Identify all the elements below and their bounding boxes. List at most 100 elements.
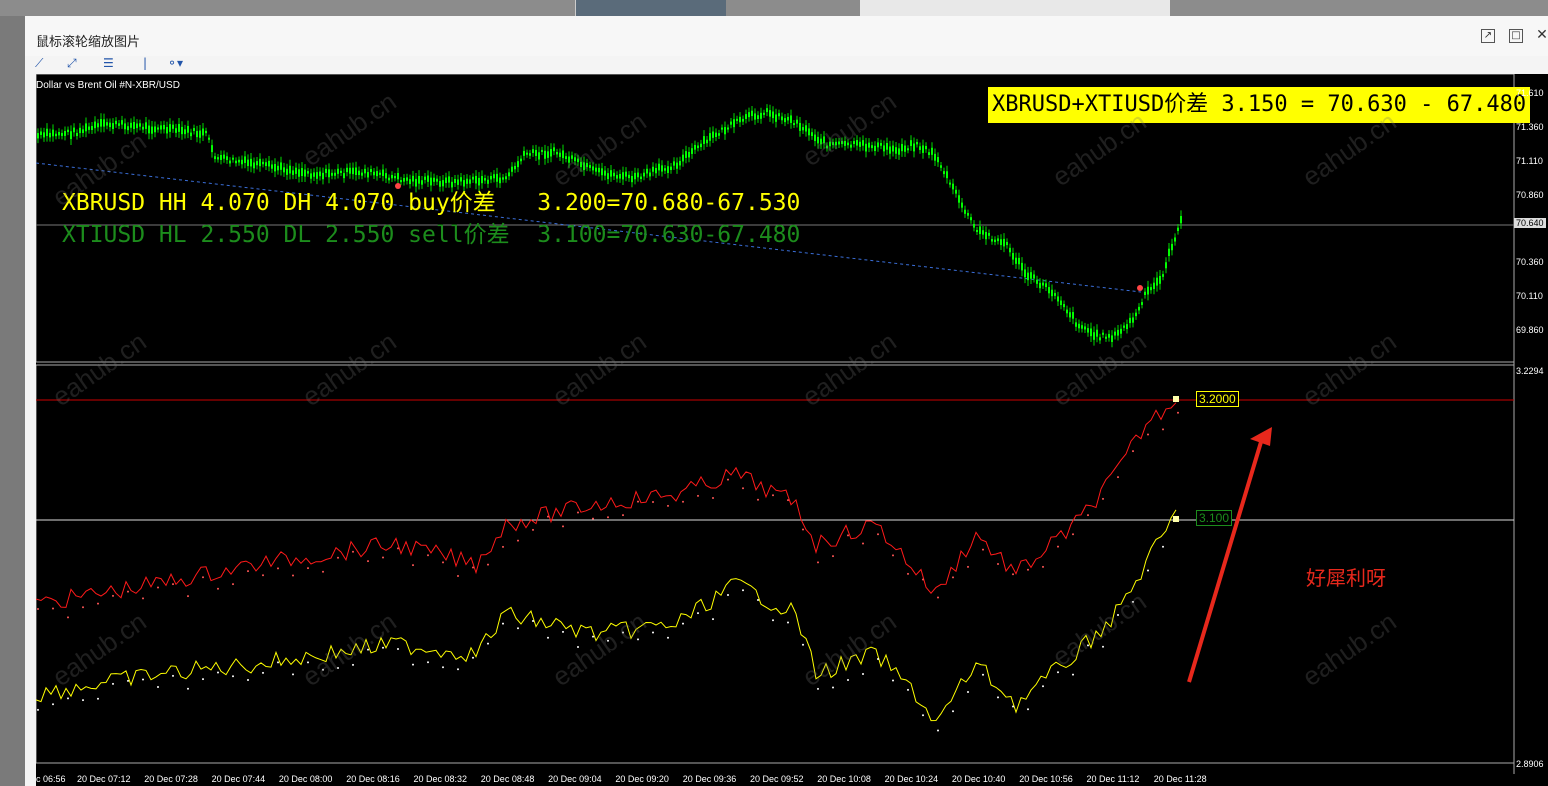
price-candle-body (67, 129, 69, 133)
yellow-spread-series-dot (397, 647, 399, 650)
price-candle-body (1180, 215, 1182, 224)
yellow-spread-series-dot (67, 697, 69, 700)
price-candle-body (697, 145, 699, 149)
price-candle-body (1063, 304, 1065, 308)
price-candle-body (1009, 247, 1011, 253)
red-spread-series-dot (202, 576, 204, 579)
price-candle-body (226, 156, 228, 161)
symbol-label: Dollar vs Brent Oil #N-XBR/USD (36, 80, 180, 91)
yellow-spread-series-dot (967, 691, 969, 694)
price-candle-body (1024, 269, 1026, 278)
image-viewer-window: 鼠标滚轮缩放图片 ↗ □ ✕ ⟋ ⤢ ☰ | ⚬▾ Dollar vs Bren… (25, 16, 1548, 786)
price-candle-body (172, 124, 174, 129)
price-candle-body (646, 168, 648, 174)
price-candle-body (196, 130, 198, 138)
shapes-dropdown-icon[interactable]: ⚬▾ (167, 56, 183, 72)
current-price-tag: 70.640 (1514, 218, 1546, 228)
red-spread-series-dot (142, 597, 144, 600)
price-candle-body (1123, 325, 1125, 328)
price-candle-body (1042, 282, 1044, 286)
price-candle-body (637, 172, 639, 178)
red-spread-series-dot (697, 494, 699, 497)
yellow-spread-series-dot (727, 594, 729, 597)
price-candle-body (979, 226, 981, 235)
red-spread-series-dot (727, 478, 729, 481)
red-spread-series-dot (712, 496, 714, 499)
yellow-spread-series-dot (457, 668, 459, 671)
red-spread-series-dot (502, 545, 504, 548)
price-candle-body (1099, 337, 1101, 341)
price-candle-body (283, 167, 285, 173)
price-candle-body (508, 172, 510, 177)
yellow-spread-series-dot (667, 636, 669, 639)
price-candle-body (544, 150, 546, 159)
price-candle-body (877, 142, 879, 148)
price-candle-body (100, 119, 102, 127)
red-spread-series-dot (517, 539, 519, 542)
external-link-icon[interactable]: ↗ (1481, 29, 1495, 43)
price-candle-body (136, 123, 138, 129)
price-candle-body (919, 146, 921, 150)
price-candle-body (376, 171, 378, 177)
red-spread-series-dot (832, 555, 834, 558)
time-axis-label: 20 Dec 10:24 (884, 774, 939, 784)
price-candle-body (319, 171, 321, 177)
price-candle-body (724, 127, 726, 135)
price-candle-body (163, 124, 165, 130)
price-candle-body (742, 118, 744, 122)
channel-tool-icon[interactable]: ☰ (103, 56, 114, 72)
price-candle-body (208, 137, 210, 140)
price-candle-body (160, 125, 162, 130)
price-candle-body (967, 212, 969, 216)
yellow-spread-series-dot (1162, 545, 1164, 548)
price-candle-body (748, 112, 750, 118)
price-candle-body (115, 120, 117, 125)
price-candle-body (73, 127, 75, 133)
trend-tool-icon[interactable]: ⤢ (67, 56, 77, 72)
price-candle-body (43, 132, 45, 138)
price-candle-body (448, 176, 450, 183)
price-candle-body (217, 157, 219, 160)
price-candle-body (193, 128, 195, 132)
time-axis-label: 20 Dec 08:32 (413, 774, 468, 784)
drawing-toolbar: ⟋ ⤢ ☰ | ⚬▾ (35, 56, 235, 74)
price-candle-body (109, 122, 111, 128)
price-candle-body (1135, 312, 1137, 317)
indicator-panel-border (36, 364, 1515, 764)
price-candle-body (142, 126, 144, 130)
price-candle-body (316, 172, 318, 179)
price-candle-body (538, 152, 540, 160)
price-candle-body (265, 162, 267, 167)
yellow-spread-series-dot (202, 678, 204, 681)
red-spread-series-dot (682, 500, 684, 503)
price-candle-body (493, 174, 495, 179)
red-spread-series-dot (292, 574, 294, 577)
price-candle-body (709, 133, 711, 141)
price-candle-body (1075, 322, 1077, 327)
price-candle-body (79, 127, 81, 134)
red-spread-series-dot (187, 595, 189, 598)
price-candle-body (181, 126, 183, 135)
restore-icon[interactable]: □ (1509, 29, 1523, 43)
price-axis-label: 70.110 (1516, 291, 1543, 301)
red-spread-series-dot (1012, 573, 1014, 576)
red-spread-series-dot (52, 607, 54, 610)
price-candle-body (601, 168, 603, 176)
line-tool-icon[interactable]: ⟋ (35, 56, 43, 72)
price-candle-body (676, 162, 678, 169)
yellow-spread-series-dot (442, 666, 444, 669)
yellow-spread-series-dot (937, 729, 939, 732)
yellow-spread-series-dot (292, 673, 294, 676)
price-candle-body (958, 195, 960, 203)
close-icon[interactable]: ✕ (1535, 28, 1548, 43)
price-candle-body (859, 141, 861, 147)
red-spread-series-dot (97, 602, 99, 605)
price-candle-body (1087, 328, 1089, 333)
price-candle-body (1057, 296, 1059, 302)
vertical-line-icon[interactable]: | (143, 56, 147, 72)
price-candle-body (460, 177, 462, 182)
chart-area[interactable]: Dollar vs Brent Oil #N-XBR/USD XBRUSD HH… (36, 74, 1548, 786)
price-candle-body (931, 147, 933, 155)
time-axis-label: 20 Dec 08:48 (480, 774, 535, 784)
price-candle-body (1060, 300, 1062, 306)
